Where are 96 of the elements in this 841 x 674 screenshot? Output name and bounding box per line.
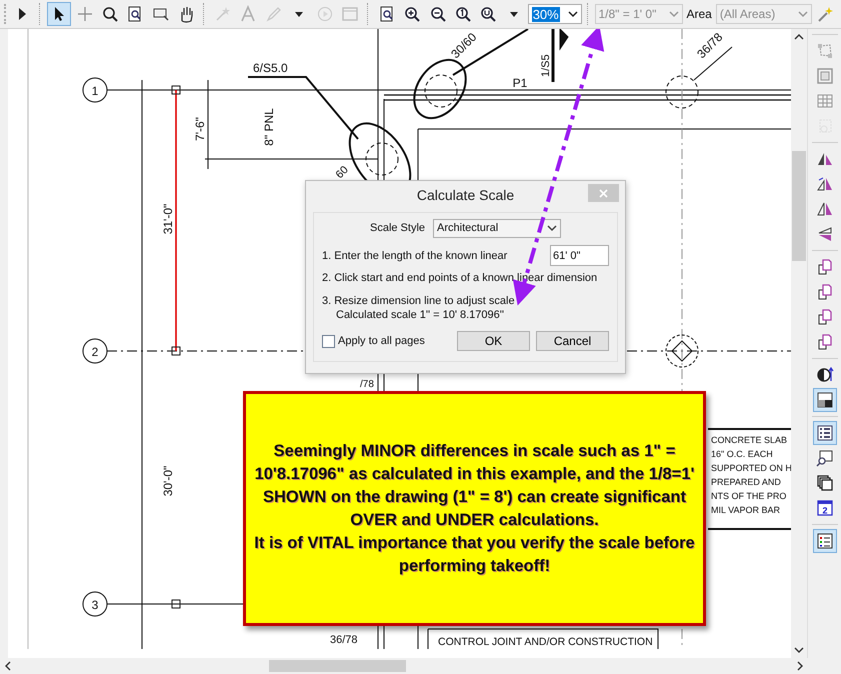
- ok-button[interactable]: OK: [457, 331, 530, 351]
- dimension-label: /78: [360, 379, 374, 390]
- scroll-right-icon[interactable]: [796, 661, 804, 671]
- scale-value: 1/8" = 1' 0": [598, 7, 656, 21]
- legend-icon: [816, 532, 834, 550]
- zoom-field[interactable]: 30%: [528, 4, 582, 24]
- tool-button[interactable]: [812, 529, 837, 553]
- dialog-title: Calculate Scale: [416, 187, 514, 203]
- point-marker: [172, 86, 180, 94]
- note-text: PREPARED AND: [711, 477, 781, 487]
- note-text: CONCRETE SLAB: [711, 435, 788, 445]
- length-field[interactable]: 61' 0": [550, 245, 609, 266]
- note-text: MIL VAPOR BAR: [711, 505, 780, 515]
- caret-icon: [295, 12, 304, 16]
- step-instruction: 3. Resize dimension line to adjust scale: [322, 295, 516, 307]
- chevron-icon: [568, 9, 578, 19]
- zoom-out-icon: [428, 5, 447, 23]
- close-icon: [599, 188, 608, 198]
- chevron-icon: [547, 224, 558, 232]
- zoom-document-icon: [816, 449, 834, 467]
- page-icon: [816, 283, 834, 301]
- dimension-label: 6/S5.0: [253, 61, 288, 75]
- checkbox-label: Apply to all pages: [338, 335, 425, 347]
- dimension-label: 36/78: [330, 634, 358, 646]
- grid-bubble: [82, 78, 108, 102]
- zoom-actual-icon: [454, 5, 472, 23]
- crosshair-icon: [76, 5, 94, 23]
- point-marker: [172, 346, 180, 356]
- callout-text: It is of VITAL importance that you verify the scale before performing takeoff!: [253, 532, 696, 576]
- note-text: NTS OF THE PRO: [711, 491, 786, 501]
- zoom-icon: [101, 5, 120, 23]
- scroll-left-icon[interactable]: [4, 661, 12, 671]
- play-icon: [19, 8, 26, 20]
- contrast-icon: [816, 366, 834, 384]
- point-marker: [172, 600, 180, 608]
- page-icon: [816, 258, 834, 276]
- dimension-label: 31'-0": [161, 204, 175, 234]
- column-symbol: [666, 334, 698, 368]
- scale-style-label: Scale Style: [370, 222, 426, 234]
- pen-icon: [214, 5, 232, 23]
- scrollbar-thumb[interactable]: [792, 151, 806, 261]
- zoom-width-icon: [479, 5, 498, 23]
- text-tool-icon: [239, 5, 258, 23]
- grid-icon: [816, 92, 834, 110]
- scroll-up-icon[interactable]: [794, 33, 804, 41]
- zoom-value: 30%: [532, 6, 560, 22]
- column-symbol: [666, 76, 698, 108]
- callout-text: Seemingly MINOR differences in scale such as 1" = 10'8.17096" as calculated in this example, and the 1/8=1' SHOWN on the drawing (1" = 8') can create significant OVER and UNDER calculations.: [254, 440, 696, 530]
- grid-bubble-label: 1: [92, 84, 98, 98]
- scale-style-value: Architectural: [437, 222, 498, 234]
- column-symbol: [413, 58, 467, 120]
- calculated-scale-text: Calculated scale 1'' = 10' 8.17096'': [335, 309, 505, 321]
- wand-icon: [816, 5, 834, 23]
- scrollbar-thumb[interactable]: [269, 660, 406, 672]
- cancel-button[interactable]: Cancel: [536, 331, 609, 351]
- note-text: SUPPORTED ON H: [711, 463, 792, 473]
- windows-icon: [816, 474, 834, 492]
- note-text: 16" O.C. EACH: [711, 449, 773, 459]
- grid-bubble: [82, 592, 108, 616]
- note-text: CONTROL JOINT AND/OR CONSTRUCTION: [438, 636, 653, 648]
- tool-button[interactable]: [812, 388, 837, 412]
- gradient-icon: [816, 391, 834, 409]
- area-value: (All Areas): [720, 7, 776, 21]
- step-instruction: 1. Enter the length of the known linear: [322, 250, 508, 262]
- chevron-icon: [668, 9, 678, 19]
- hatch-square-icon: [816, 67, 834, 85]
- tool-button[interactable]: [47, 2, 71, 26]
- window-icon: [341, 5, 360, 23]
- polygon-icon: [816, 42, 834, 60]
- grid-bubble-label: 3: [92, 598, 98, 612]
- grid-bubble: [82, 338, 108, 364]
- triangle-icon: [816, 175, 834, 193]
- dimension-label: 7'-6": [193, 117, 207, 141]
- dimension-label: 8" PNL: [262, 108, 276, 146]
- caret-icon: [510, 12, 518, 16]
- scroll-down-icon[interactable]: [794, 646, 804, 654]
- chevron-icon: [798, 9, 808, 19]
- circle-play-icon: [316, 5, 334, 23]
- area-label: Area: [686, 7, 712, 21]
- page-icon: [816, 333, 834, 351]
- section-marker: [560, 29, 569, 51]
- pencil-icon: [264, 5, 283, 23]
- page-icon: [816, 308, 834, 326]
- dimension-label: 30'-0": [161, 466, 175, 496]
- zoom-in-icon: [403, 5, 422, 23]
- grid-bubble-label: 2: [92, 345, 98, 359]
- tool-button[interactable]: [812, 421, 837, 445]
- dimension-label: 1/S5: [540, 54, 552, 77]
- scale-style-dropdown[interactable]: Architectural: [433, 218, 562, 238]
- list-icon: [816, 424, 834, 442]
- dimension-label: P1: [512, 76, 528, 90]
- length-value: 61' 0": [553, 250, 580, 262]
- apply-checkbox[interactable]: [322, 334, 335, 348]
- step-instruction: 2. Click start and end points of a known linear dimension: [322, 272, 598, 284]
- dimension-label: 60: [334, 164, 351, 182]
- triangle-icon: [816, 200, 834, 218]
